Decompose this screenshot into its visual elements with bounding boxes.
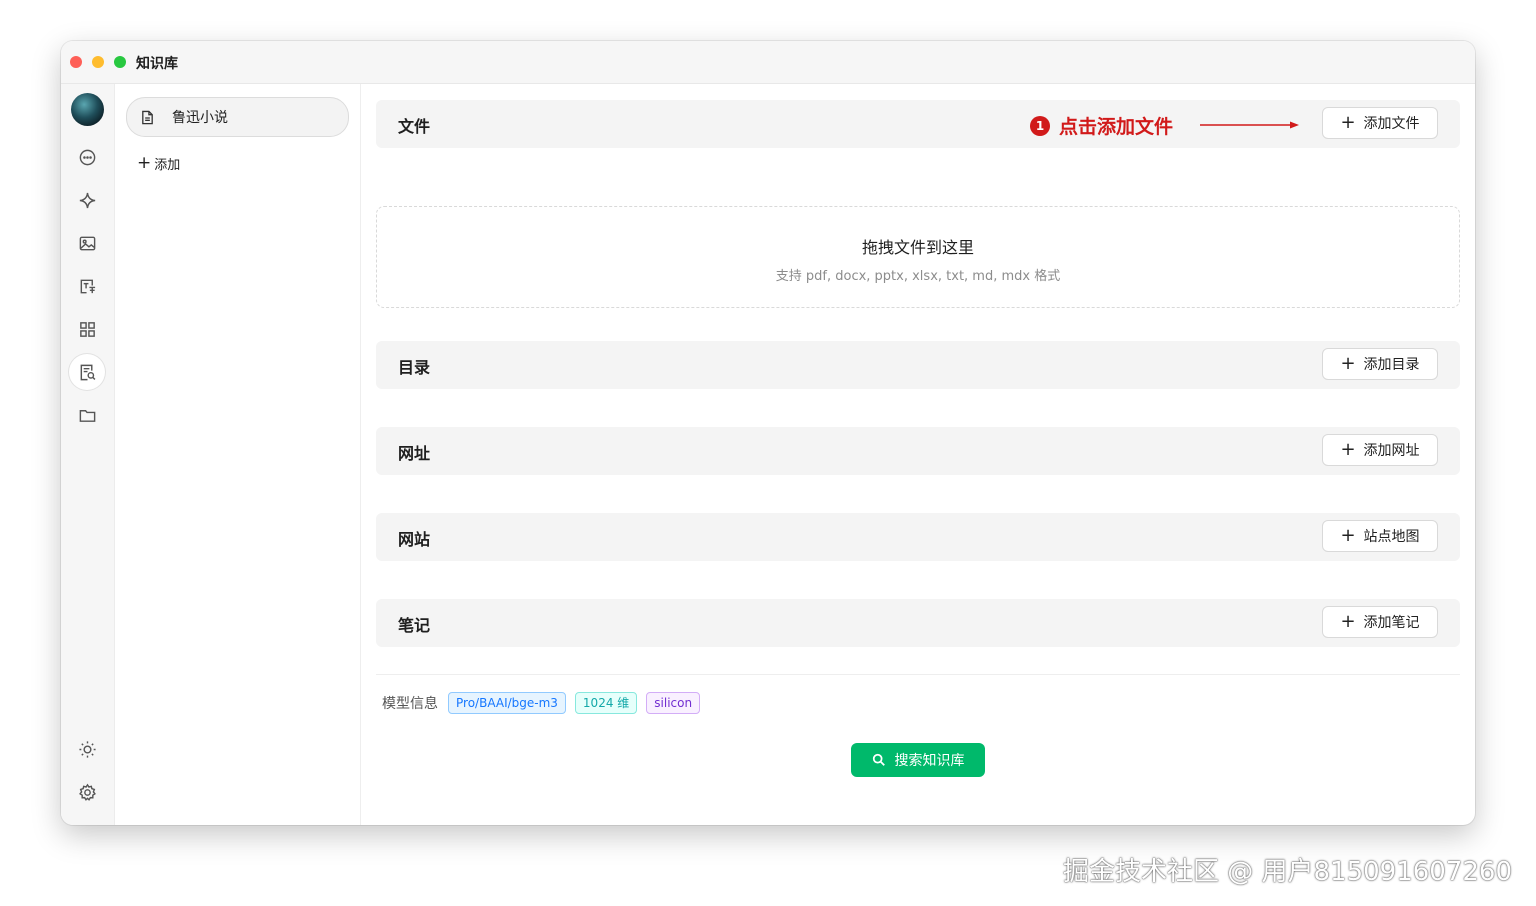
plus-icon: + [1340,611,1356,632]
file-dropzone[interactable]: 拖拽文件到这里 支持 pdf, docx, pptx, xlsx, txt, m… [376,206,1460,308]
sitemap-button[interactable]: + 站点地图 [1322,520,1438,552]
notes-section-title: 笔记 [398,616,431,635]
sparkle-icon[interactable] [73,186,101,214]
add-url-button[interactable]: + 添加网址 [1322,434,1438,466]
dropzone-hint: 支持 pdf, docx, pptx, xlsx, txt, md, mdx 格… [775,269,1061,284]
plus-icon: + [1340,353,1356,374]
search-icon [872,753,885,766]
apps-icon[interactable] [73,315,101,343]
knowledge-icon[interactable] [69,354,105,390]
provider-tag: silicon [646,692,701,714]
plus-icon: + [1340,525,1356,546]
add-directory-label: 添加目录 [1363,357,1420,373]
model-info: 模型信息 Pro/BAAI/bge-m3 1024 维 silicon [382,692,709,714]
model-info-label: 模型信息 [382,696,438,712]
dimension-tag: 1024 维 [574,692,638,714]
translate-icon[interactable] [73,272,101,300]
icon-sidebar [61,84,115,825]
file-icon [142,110,153,124]
annotation: 1 点击添加文件 [1030,112,1173,139]
add-kb-button[interactable]: + 添加 [137,153,181,174]
sun-icon[interactable] [73,735,101,763]
add-file-button[interactable]: + 添加文件 [1322,107,1438,139]
add-file-label: 添加文件 [1363,116,1420,132]
plus-icon: + [1340,112,1356,133]
add-url-label: 添加网址 [1363,443,1420,459]
folder-icon[interactable] [73,401,101,429]
directory-section-title: 目录 [398,358,431,377]
arrow-right-icon [1200,121,1299,129]
directory-section: 目录 + 添加目录 [376,341,1460,389]
add-note-button[interactable]: + 添加笔记 [1322,606,1438,638]
step-badge: 1 [1030,115,1050,136]
maximize-window-button[interactable] [114,56,126,68]
settings-icon[interactable] [73,778,101,806]
url-section: 网址 + 添加网址 [376,427,1460,475]
app-window: 知识库 鲁迅小说 + 添加 文件 1 点击添加文件 + 添加文件 拖拽文件到这里… [61,41,1475,825]
dropzone-title: 拖拽文件到这里 [861,238,974,257]
minimize-window-button[interactable] [92,56,104,68]
chat-icon[interactable] [73,143,101,171]
divider [376,674,1460,675]
search-knowledge-button[interactable]: 搜索知识库 [851,743,985,777]
website-section: 网站 + 站点地图 [376,513,1460,561]
search-knowledge-label: 搜索知识库 [894,753,965,769]
notes-section: 笔记 + 添加笔记 [376,599,1460,647]
plus-icon: + [1340,439,1356,460]
files-section: 文件 1 点击添加文件 + 添加文件 [376,100,1460,148]
image-icon[interactable] [73,229,101,257]
files-section-title: 文件 [398,117,431,136]
add-note-label: 添加笔记 [1363,615,1420,631]
close-window-button[interactable] [70,56,82,68]
title-bar: 知识库 [61,41,1475,84]
annotation-text: 点击添加文件 [1059,116,1174,138]
add-kb-label: 添加 [154,158,181,173]
watermark: 掘金技术社区 @ 用户815091607260 [1062,857,1512,887]
window-title: 知识库 [136,56,178,72]
kb-item-luxun[interactable]: 鲁迅小说 [126,97,349,137]
main-content: 文件 1 点击添加文件 + 添加文件 拖拽文件到这里 支持 pdf, docx,… [376,84,1460,825]
url-section-title: 网址 [398,444,431,463]
website-section-title: 网站 [398,530,431,549]
sitemap-label: 站点地图 [1363,529,1420,545]
model-name-tag: Pro/BAAI/bge-m3 [448,692,566,714]
add-directory-button[interactable]: + 添加目录 [1322,348,1438,380]
plus-icon: + [137,153,152,173]
kb-item-label: 鲁迅小说 [172,110,228,126]
avatar[interactable] [71,93,104,126]
knowledge-base-list: 鲁迅小说 + 添加 [115,84,361,825]
